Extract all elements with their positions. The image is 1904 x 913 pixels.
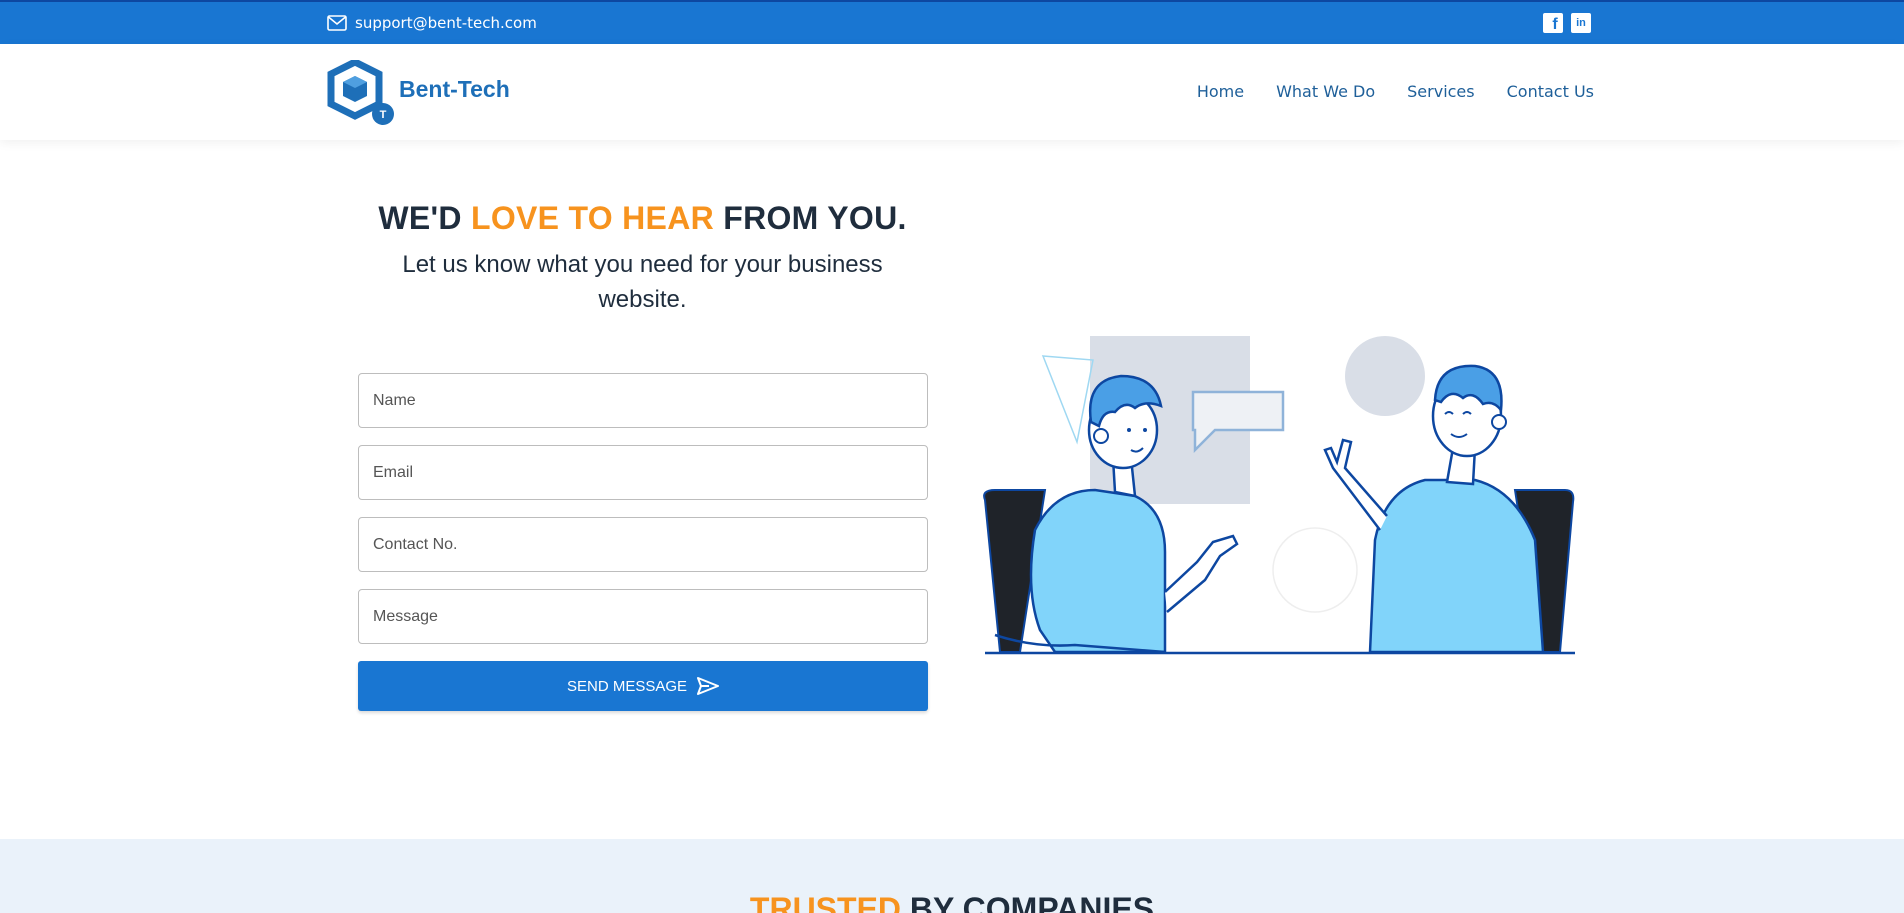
contact-number-input[interactable] (358, 517, 928, 572)
send-message-label: SEND MESSAGE (566, 677, 688, 695)
email-input[interactable] (358, 445, 928, 500)
nav-what-we-do[interactable]: What We Do (1276, 82, 1375, 101)
trusted-title-rest: BY COMPANIES (901, 891, 1155, 913)
facebook-icon[interactable]: f (1543, 13, 1563, 33)
hexagon-logo-icon: T (327, 60, 394, 125)
title-part1: WE'D (378, 200, 471, 236)
nav-services[interactable]: Services (1407, 82, 1474, 101)
message-input[interactable] (358, 589, 928, 644)
title-accent: LOVE TO HEAR (470, 200, 715, 236)
nav-home[interactable]: Home (1197, 82, 1244, 101)
support-email-link[interactable]: support@bent-tech.com (327, 14, 537, 32)
name-input[interactable] (358, 373, 928, 428)
page-title: WE'D LOVE TO HEAR FROM YOU. (360, 200, 925, 237)
send-icon (697, 677, 720, 695)
trusted-title: TRUSTED BY COMPANIES (0, 891, 1904, 913)
conversation-illustration (983, 336, 1575, 655)
social-links: f in (1543, 13, 1591, 33)
trusted-section: TRUSTED BY COMPANIES (0, 839, 1904, 913)
svg-text:T: T (380, 109, 387, 121)
main-navbar: T Bent-Tech Home What We Do Services Con… (0, 44, 1904, 140)
support-email-text: support@bent-tech.com (355, 14, 537, 32)
trusted-title-accent: TRUSTED (749, 891, 902, 913)
nav-contact-us[interactable]: Contact Us (1507, 82, 1594, 101)
mail-icon (327, 15, 347, 31)
brand-name: Bent-Tech (399, 75, 510, 102)
title-part2: FROM YOU. (714, 200, 907, 236)
brand-logo[interactable]: T Bent-Tech (327, 60, 510, 126)
send-message-button[interactable]: SEND MESSAGE (358, 661, 928, 711)
linkedin-icon[interactable]: in (1571, 13, 1591, 33)
top-bar: support@bent-tech.com f in (0, 0, 1904, 44)
page-subtitle: Let us know what you need for your busin… (402, 251, 883, 313)
nav-menu: Home What We Do Services Contact Us (1197, 82, 1594, 101)
